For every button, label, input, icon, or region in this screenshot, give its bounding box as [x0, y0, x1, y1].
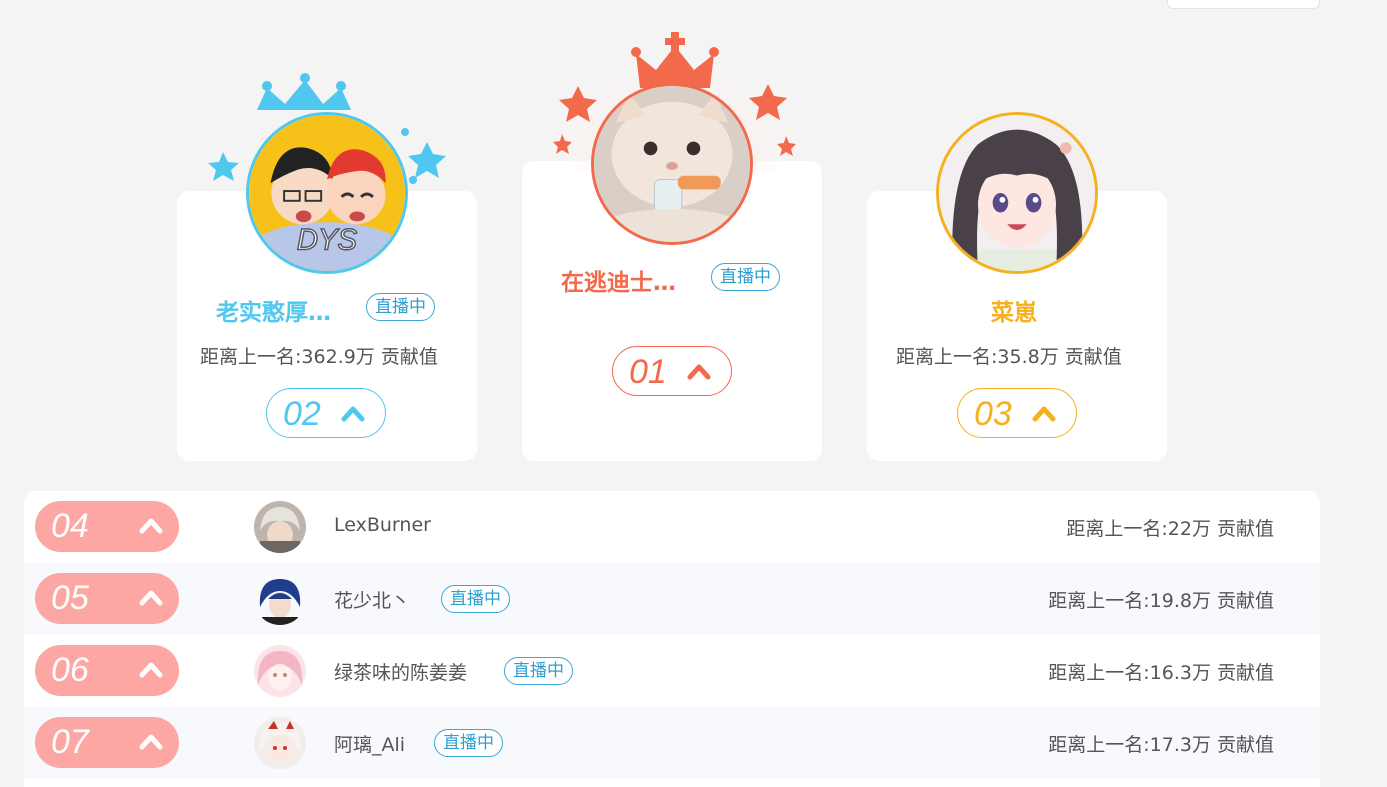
chevron-up-icon	[1032, 406, 1056, 422]
user-name[interactable]: 阿璃_Ali	[334, 730, 405, 757]
ranking-list: 04 LexBurner 距离上一名:22万 贡献值 05 花少北丶 直播中 距…	[24, 491, 1320, 787]
chevron-up-icon	[687, 364, 711, 380]
cat-avatar[interactable]	[591, 83, 753, 245]
chevron-up-icon	[139, 734, 163, 750]
rank-number: 06	[51, 651, 89, 689]
user-name[interactable]: LexBurner	[334, 514, 431, 536]
chevron-up-icon	[341, 406, 365, 422]
gap-text: 距离上一名:16.3万 贡献值	[1048, 662, 1274, 684]
rank-badge: 04	[35, 501, 179, 552]
rank-badge: 07	[35, 717, 179, 768]
live-badge-rank-2[interactable]: 直播中	[366, 293, 435, 321]
rank-number: 03	[974, 395, 1012, 433]
rank-badge-3: 03	[957, 388, 1077, 438]
rank-number: 04	[51, 507, 89, 545]
podium-name-rank-2[interactable]: 老实憨厚…	[216, 293, 331, 327]
top-dropdown[interactable]	[1167, 0, 1320, 9]
rank-number: 02	[283, 395, 321, 433]
user-avatar[interactable]	[254, 645, 306, 697]
list-item[interactable]: 05 花少北丶 直播中 距离上一名:19.8万 贡献值	[24, 563, 1320, 635]
user-name[interactable]: 绿茶味的陈姜姜	[334, 658, 467, 685]
gap-text: 距离上一名:19.8万 贡献值	[1048, 590, 1274, 612]
live-badge-rank-1[interactable]: 直播中	[711, 263, 780, 291]
svg-text:DYS: DYS	[297, 225, 358, 257]
list-item[interactable]: 07 阿璃_Ali 直播中 距离上一名:17.3万 贡献值	[24, 707, 1320, 779]
live-badge[interactable]: 直播中	[434, 729, 503, 757]
rank-number: 05	[51, 579, 89, 617]
user-avatar[interactable]	[254, 573, 306, 625]
rank-badge-1: 01	[612, 346, 732, 396]
gap-text-rank-2: 距离上一名:362.9万 贡献值	[200, 346, 438, 368]
user-avatar[interactable]	[254, 717, 306, 769]
cartoon-duo-avatar[interactable]: DYS	[246, 112, 408, 274]
podium-name-rank-3[interactable]: 菜崽	[991, 293, 1037, 327]
live-badge[interactable]: 直播中	[504, 657, 573, 685]
chevron-up-icon	[139, 662, 163, 678]
chevron-up-icon	[139, 590, 163, 606]
rank-number: 01	[629, 353, 667, 391]
user-avatar[interactable]	[254, 501, 306, 553]
rank-badge: 06	[35, 645, 179, 696]
user-name[interactable]: 花少北丶	[334, 586, 410, 613]
chevron-up-icon	[139, 518, 163, 534]
gap-text: 距离上一名:17.3万 贡献值	[1048, 734, 1274, 756]
rank-badge: 05	[35, 573, 179, 624]
list-item[interactable]: 04 LexBurner 距离上一名:22万 贡献值	[24, 491, 1320, 563]
anime-girl-avatar[interactable]	[936, 112, 1098, 274]
gap-text-rank-3: 距离上一名:35.8万 贡献值	[896, 346, 1122, 368]
rank-number: 07	[51, 723, 89, 761]
rank-badge-2: 02	[266, 388, 386, 438]
gap-text: 距离上一名:22万 贡献值	[1066, 518, 1274, 540]
podium-name-rank-1[interactable]: 在逃迪士…	[561, 263, 676, 297]
list-item[interactable]: 06 绿茶味的陈姜姜 直播中 距离上一名:16.3万 贡献值	[24, 635, 1320, 707]
live-badge[interactable]: 直播中	[441, 585, 510, 613]
